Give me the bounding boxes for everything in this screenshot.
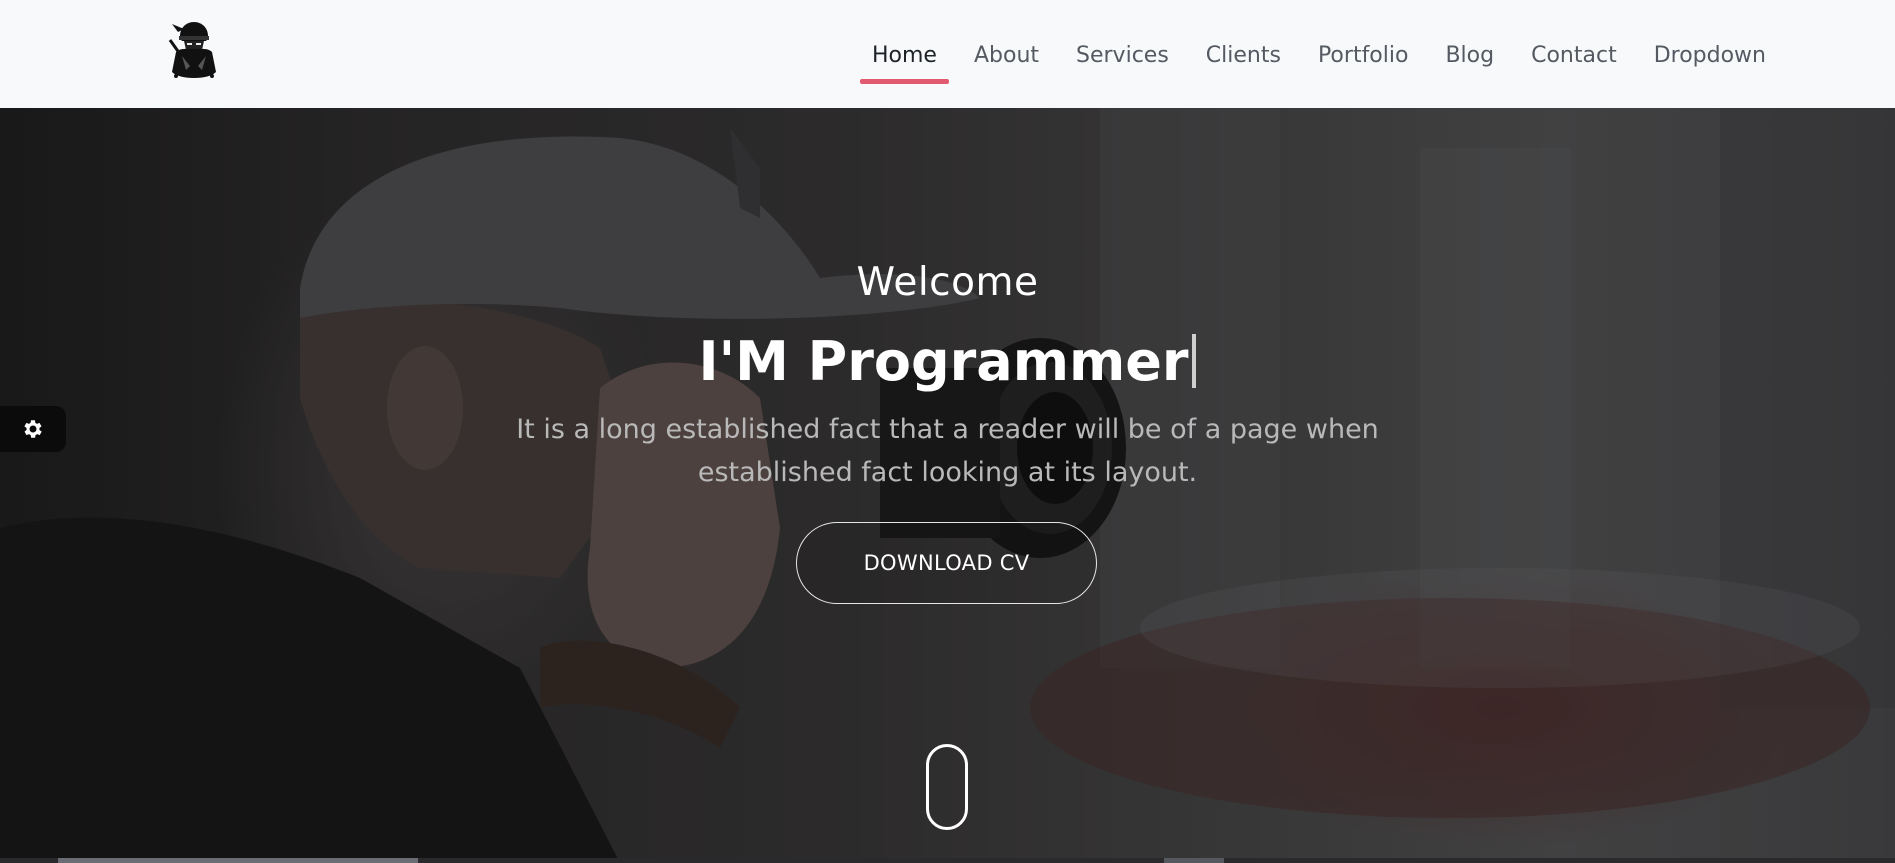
settings-toggle-button[interactable]: [0, 406, 66, 452]
site-logo[interactable]: [168, 18, 220, 80]
bottom-strip-segment: [58, 858, 418, 863]
nav-item-home[interactable]: Home: [860, 43, 949, 84]
hero-description: It is a long established fact that a rea…: [516, 414, 1379, 488]
nav-item-services[interactable]: Services: [1076, 43, 1169, 68]
ninja-logo-icon: [168, 22, 216, 78]
nav-item-blog[interactable]: Blog: [1445, 43, 1494, 68]
hero-headline: I'M Programmer: [0, 330, 1895, 393]
nav-item-about[interactable]: About: [974, 43, 1039, 68]
download-cv-button[interactable]: DOWNLOAD CV: [796, 522, 1097, 604]
nav-item-dropdown[interactable]: Dropdown: [1654, 43, 1766, 68]
gear-icon: [24, 420, 42, 438]
navbar: Home About Services Clients Portfolio Bl…: [0, 0, 1895, 108]
typing-caret: [1192, 334, 1197, 388]
mouse-scroll-icon[interactable]: [926, 744, 968, 830]
hero-welcome: Welcome: [856, 260, 1039, 305]
main-nav: Home About Services Clients Portfolio Bl…: [860, 38, 1766, 84]
nav-item-portfolio[interactable]: Portfolio: [1318, 43, 1409, 68]
nav-item-contact[interactable]: Contact: [1531, 43, 1617, 68]
bottom-strip-segment: [1164, 858, 1224, 863]
nav-item-clients[interactable]: Clients: [1206, 43, 1281, 68]
hero-headline-text: I'M Programmer: [698, 330, 1189, 393]
hero-section: Welcome I'M Programmer It is a long esta…: [0, 108, 1895, 863]
